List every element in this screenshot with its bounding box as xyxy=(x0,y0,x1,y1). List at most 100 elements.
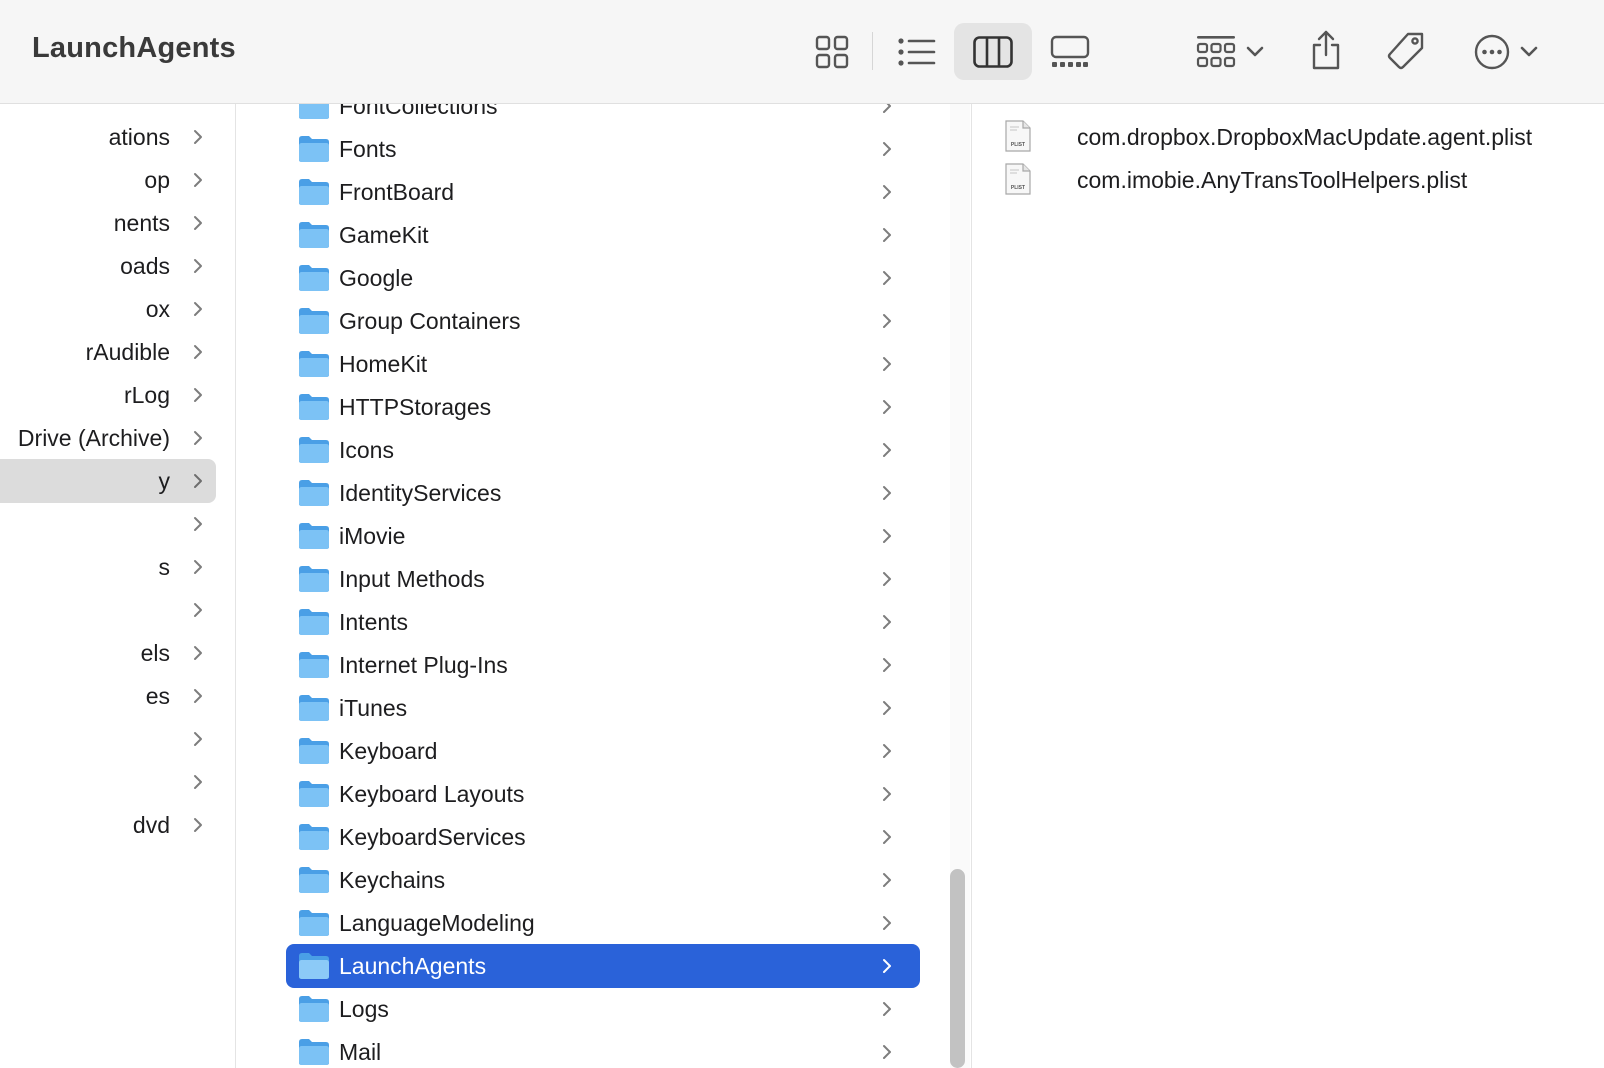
folder-row[interactable]: Keychains xyxy=(286,858,920,902)
list-item[interactable]: rLog xyxy=(0,373,216,417)
chevron-right-icon xyxy=(194,560,202,574)
chevron-right-icon xyxy=(883,959,891,973)
icon-view-button[interactable] xyxy=(806,28,858,76)
gallery-view-button[interactable] xyxy=(1042,28,1098,76)
chevron-right-icon xyxy=(883,529,891,543)
chevron-right-icon xyxy=(194,431,202,445)
list-item[interactable] xyxy=(0,760,216,804)
list-item-label: oads xyxy=(120,252,170,279)
list-item[interactable]: oads xyxy=(0,244,216,288)
tag-icon xyxy=(1387,32,1424,70)
folder-icon xyxy=(299,136,329,162)
folder-row-label: Keyboard xyxy=(339,737,438,764)
list-item[interactable] xyxy=(0,502,216,546)
chevron-right-icon xyxy=(883,830,891,844)
folder-row-label: Fonts xyxy=(339,135,397,162)
folder-icon xyxy=(299,609,329,635)
folder-icon xyxy=(299,351,329,377)
file-row-label: com.dropbox.DropboxMacUpdate.agent.plist xyxy=(1077,123,1533,150)
folder-row[interactable]: Icons xyxy=(286,428,920,472)
list-item[interactable]: dvd xyxy=(0,803,216,847)
folder-row[interactable]: Logs xyxy=(286,987,920,1031)
list-item[interactable]: ations xyxy=(0,115,216,159)
column-view-button[interactable] xyxy=(954,23,1032,80)
folder-row[interactable]: GameKit xyxy=(286,213,920,257)
folder-row[interactable]: HTTPStorages xyxy=(286,385,920,429)
list-item-label: rAudible xyxy=(85,338,170,365)
list-item[interactable]: rAudible xyxy=(0,330,216,374)
folder-row-label: Mail xyxy=(339,1038,382,1065)
folder-row[interactable]: IdentityServices xyxy=(286,471,920,515)
group-button[interactable] xyxy=(1190,28,1270,76)
chevron-right-icon xyxy=(883,1045,891,1059)
folder-row-label: FrontBoard xyxy=(339,178,455,205)
chevron-down-icon xyxy=(1520,46,1538,57)
list-item[interactable] xyxy=(0,717,216,761)
folder-row-label: Intents xyxy=(339,608,409,635)
folder-row[interactable]: Google xyxy=(286,256,920,300)
group-grid-icon xyxy=(1196,36,1236,68)
folder-row-label: Logs xyxy=(339,995,389,1022)
chevron-right-icon xyxy=(883,314,891,328)
more-button[interactable] xyxy=(1466,28,1546,76)
chevron-right-icon xyxy=(194,388,202,402)
folder-row-label: KeyboardServices xyxy=(339,823,526,850)
folder-row-label: GameKit xyxy=(339,221,429,248)
chevron-right-icon xyxy=(883,486,891,500)
file-row[interactable]: PLIST com.dropbox.DropboxMacUpdate.agent… xyxy=(1004,115,1584,159)
chevron-right-icon xyxy=(883,916,891,930)
folder-icon xyxy=(299,179,329,205)
list-item-label: rLog xyxy=(123,381,170,408)
list-item[interactable]: es xyxy=(0,674,216,718)
folder-row[interactable]: FrontBoard xyxy=(286,170,920,214)
folder-row[interactable]: HomeKit xyxy=(286,342,920,386)
folder-row[interactable]: Internet Plug-Ins xyxy=(286,643,920,687)
folder-row[interactable]: FontCollections xyxy=(286,104,920,128)
list-item[interactable]: nents xyxy=(0,201,216,245)
folder-row[interactable]: Keyboard Layouts xyxy=(286,772,920,816)
folder-row[interactable]: KeyboardServices xyxy=(286,815,920,859)
folder-row[interactable]: iMovie xyxy=(286,514,920,558)
folder-row-label: Input Methods xyxy=(339,565,485,592)
folder-row[interactable]: Mail xyxy=(286,1030,920,1068)
columns-icon xyxy=(973,35,1013,68)
share-button[interactable] xyxy=(1306,24,1346,76)
chevron-right-icon xyxy=(194,689,202,703)
folder-row-label: Internet Plug-Ins xyxy=(339,651,508,678)
folder-row[interactable]: LanguageModeling xyxy=(286,901,920,945)
list-item[interactable] xyxy=(0,588,216,632)
chevron-right-icon xyxy=(194,732,202,746)
list-view-button[interactable] xyxy=(890,28,944,76)
chevron-right-icon xyxy=(194,173,202,187)
list-item[interactable]: ox xyxy=(0,287,216,331)
file-badge: PLIST xyxy=(1011,142,1025,148)
tags-button[interactable] xyxy=(1382,26,1430,76)
gallery-icon xyxy=(1050,35,1090,67)
list-item-selected[interactable]: y xyxy=(0,459,216,503)
file-row[interactable]: PLIST com.imobie.AnyTransToolHelpers.pli… xyxy=(1004,158,1584,202)
column-library: FontCollections Fonts FrontBoard GameKit… xyxy=(237,104,970,1068)
folder-row-label: HomeKit xyxy=(339,350,428,377)
folder-row-label: Google xyxy=(339,264,414,291)
folder-row-label: IdentityServices xyxy=(339,479,502,506)
list-item[interactable]: Drive (Archive) xyxy=(0,416,216,460)
folder-row-label: Keychains xyxy=(339,866,446,893)
folder-row[interactable]: Fonts xyxy=(286,127,920,171)
folder-row-selected[interactable]: LaunchAgents xyxy=(286,944,920,988)
chevron-right-icon xyxy=(883,615,891,629)
folder-row-label: LaunchAgents xyxy=(339,952,487,979)
list-item[interactable]: s xyxy=(0,545,216,589)
list-item[interactable]: els xyxy=(0,631,216,675)
folder-row[interactable]: Group Containers xyxy=(286,299,920,343)
folder-row[interactable]: Intents xyxy=(286,600,920,644)
folder-row[interactable]: Keyboard xyxy=(286,729,920,773)
chevron-right-icon xyxy=(883,228,891,242)
folder-row[interactable]: Input Methods xyxy=(286,557,920,601)
chevron-right-icon xyxy=(194,517,202,531)
list-item[interactable]: op xyxy=(0,158,216,202)
list-item-label: nents xyxy=(113,209,170,236)
chevron-right-icon xyxy=(883,744,891,758)
folder-row[interactable]: iTunes xyxy=(286,686,920,730)
scrollbar-thumb[interactable] xyxy=(950,869,965,1068)
ellipsis-circle-icon xyxy=(1474,34,1510,70)
